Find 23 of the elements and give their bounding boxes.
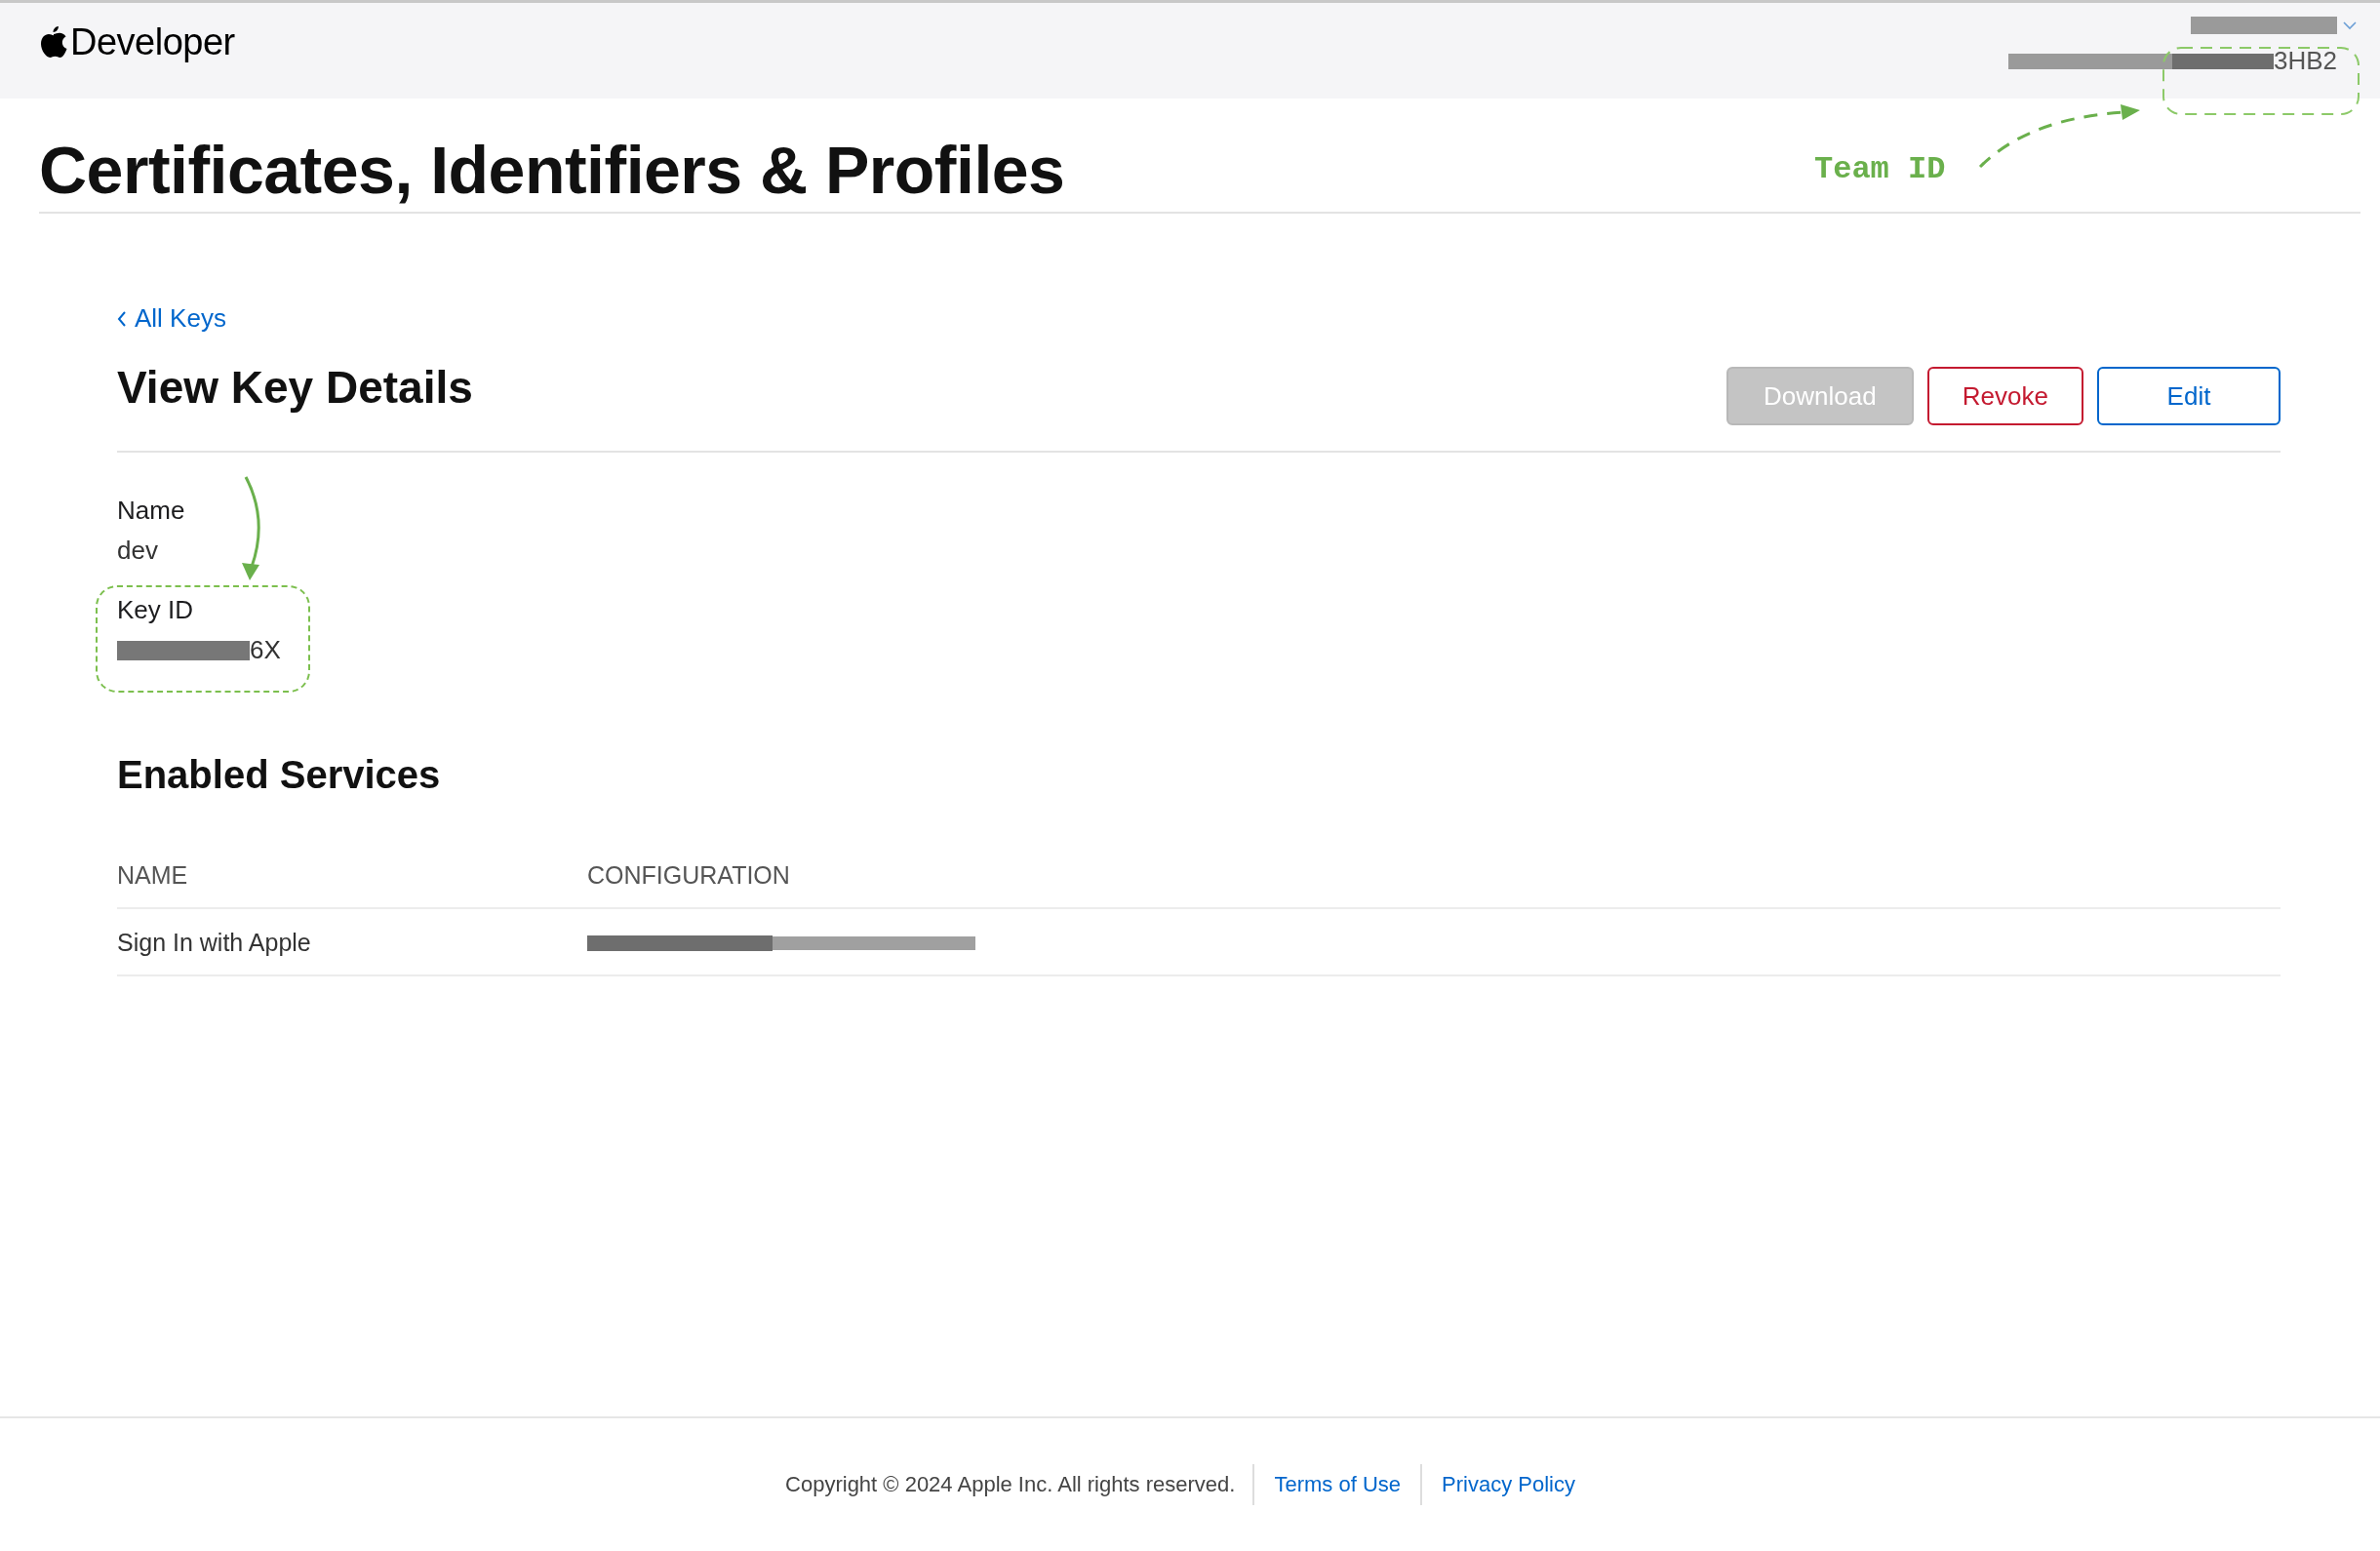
back-link-label[interactable]: All Keys	[135, 303, 226, 334]
action-button[interactable]: Edit	[2097, 367, 2281, 425]
section-title: View Key Details	[117, 361, 473, 414]
field-label: Key ID	[117, 595, 195, 625]
team-id: 3HB2	[2273, 46, 2337, 76]
action-button[interactable]: Revoke	[1926, 367, 2083, 425]
page-title: Certificates, Identifiers & Profiles	[39, 132, 1065, 208]
footer-link[interactable]: Terms of Use	[1252, 1464, 1420, 1505]
services-title: Enabled Services	[117, 753, 442, 797]
column-header: NAME	[117, 861, 587, 909]
field-value: dev	[117, 536, 158, 566]
brand-name[interactable]: Developer	[70, 20, 235, 63]
copyright-text: Copyright © 2024 Apple Inc. All rights reserved.	[785, 1472, 1237, 1497]
all-keys-link[interactable]: All Keys	[117, 303, 226, 334]
team-id-annotation: Team ID	[1814, 151, 1946, 187]
field-value: 6X	[250, 635, 281, 665]
table-cell: Sign In with Apple	[117, 929, 311, 957]
apple-logo-icon	[39, 24, 68, 60]
field-label: Name	[117, 496, 185, 526]
footer-link[interactable]: Privacy Policy	[1420, 1464, 1595, 1505]
chevron-down-icon[interactable]	[2343, 20, 2357, 30]
chevron-left-icon	[117, 309, 127, 328]
column-header: CONFIGURATION	[587, 861, 2281, 909]
